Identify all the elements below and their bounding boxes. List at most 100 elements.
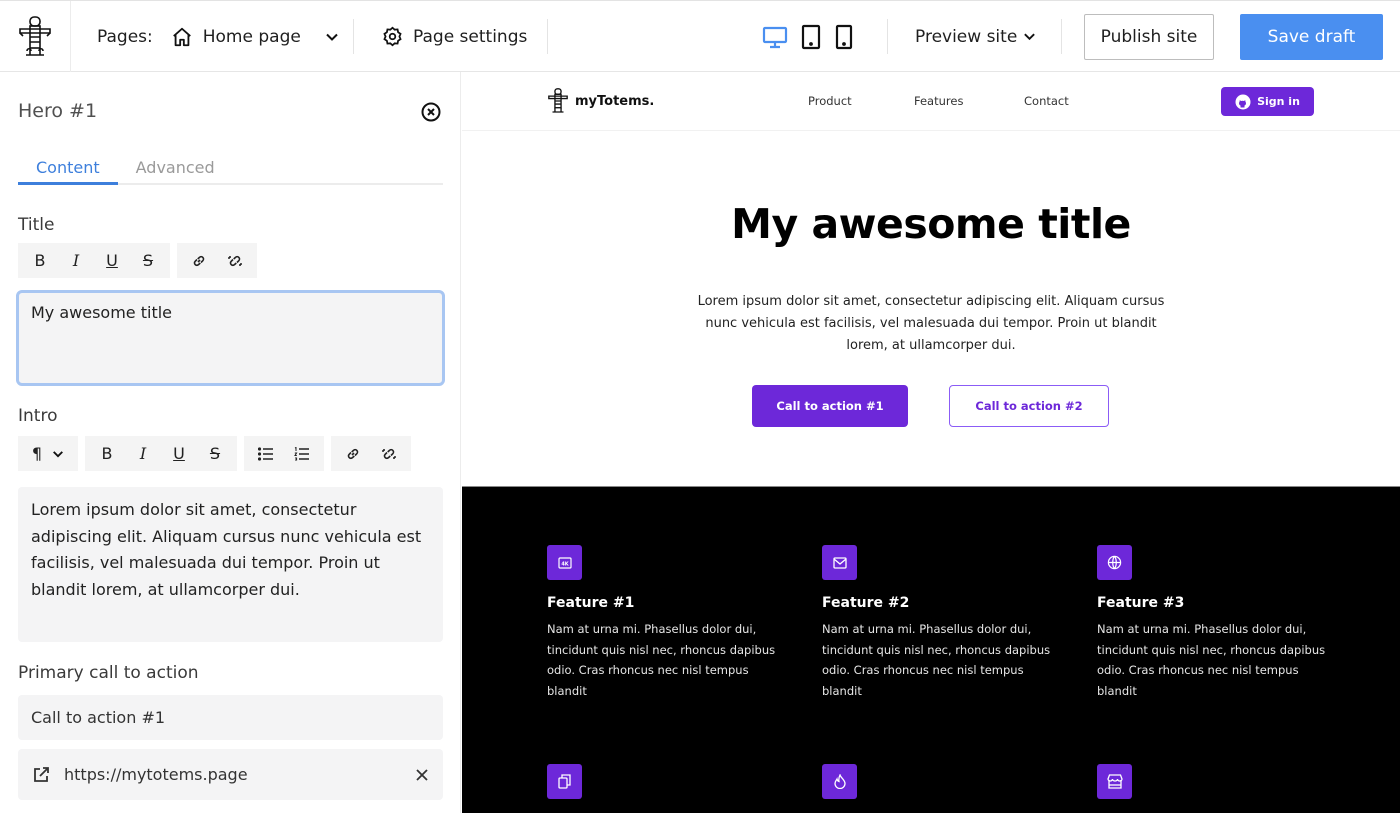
title-field-label: Title — [18, 215, 55, 235]
unlink-icon — [227, 253, 243, 269]
bold-icon: B — [34, 251, 46, 270]
svg-text:4K: 4K — [561, 561, 569, 567]
close-circle-icon[interactable] — [421, 102, 441, 122]
site-navbar: myTotems. Product Features Contact Sign … — [462, 72, 1400, 131]
flame-icon — [822, 764, 857, 799]
desktop-icon[interactable] — [762, 25, 788, 49]
primary-cta-url-field[interactable]: https://mytotems.page — [18, 749, 443, 800]
chevron-down-icon — [52, 448, 64, 460]
divider — [1061, 19, 1062, 54]
link-button[interactable] — [335, 436, 371, 471]
gear-icon — [382, 26, 403, 47]
preview-site-dropdown[interactable]: Preview site — [915, 1, 1036, 72]
strikethrough-button[interactable]: S — [130, 243, 166, 278]
toolbar-group: B I U S — [85, 436, 237, 471]
link-icon — [345, 446, 361, 462]
bold-button[interactable]: B — [89, 436, 125, 471]
strikethrough-button[interactable]: S — [197, 436, 233, 471]
hero-intro: Lorem ipsum dolor sit amet, consectetur … — [697, 294, 1165, 353]
primary-cta-text-input[interactable] — [18, 695, 443, 740]
primary-cta-label: Primary call to action — [18, 663, 199, 683]
nav-link-product[interactable]: Product — [808, 94, 852, 108]
brand-name: myTotems. — [575, 93, 655, 109]
unlink-button[interactable] — [217, 243, 253, 278]
divider — [547, 19, 548, 54]
numbered-list-button[interactable] — [284, 436, 320, 471]
underline-button[interactable]: U — [94, 243, 130, 278]
primary-cta-url: https://mytotems.page — [64, 765, 248, 784]
sign-in-label: Sign in — [1257, 95, 1300, 108]
unlink-icon — [381, 446, 397, 462]
intro-format-toolbar: ¶ B I U S — [18, 436, 411, 471]
nav-link-contact[interactable]: Contact — [1024, 94, 1069, 108]
home-icon — [171, 26, 193, 48]
feature-description: Nam at urna mi. Phasellus dolor dui, tin… — [547, 622, 776, 698]
tablet-icon[interactable] — [800, 24, 822, 50]
globe-icon — [1097, 545, 1132, 580]
hero-title: My awesome title — [731, 200, 1131, 248]
block-settings-panel: Hero #1 Content Advanced Title B I U S M… — [0, 72, 461, 813]
numbered-list-icon — [294, 446, 310, 461]
unlink-button[interactable] — [371, 436, 407, 471]
underline-icon: U — [106, 251, 118, 270]
underline-button[interactable]: U — [161, 436, 197, 471]
hero-cta-primary[interactable]: Call to action #1 — [752, 385, 908, 427]
feature-title: Feature #1 — [547, 595, 635, 611]
current-page: Home page — [202, 26, 301, 47]
paragraph-icon: ¶ — [31, 444, 43, 463]
sign-in-button[interactable]: Sign in — [1221, 87, 1314, 116]
title-input[interactable]: My awesome title — [16, 290, 445, 386]
toolbar-group — [177, 243, 257, 278]
bullet-list-button[interactable] — [248, 436, 284, 471]
paragraph-style-dropdown[interactable]: ¶ — [22, 436, 74, 471]
tab-advanced[interactable]: Advanced — [118, 156, 233, 185]
chevron-down-icon — [325, 30, 339, 44]
features-section: 4K Feature #1 Nam at urna mi. Phasellus … — [462, 486, 1400, 813]
external-link-icon — [32, 766, 50, 784]
page-dropdown[interactable]: Home page — [171, 26, 339, 48]
bold-button[interactable]: B — [22, 243, 58, 278]
toolbar-group — [331, 436, 411, 471]
italic-button[interactable]: I — [125, 436, 161, 471]
page-settings-label: Page settings — [413, 26, 528, 47]
italic-icon: I — [72, 251, 80, 270]
mobile-icon[interactable] — [834, 24, 854, 50]
toolbar-group: B I U S — [18, 243, 170, 278]
bullet-list-icon — [258, 446, 274, 461]
link-button[interactable] — [181, 243, 217, 278]
intro-field-label: Intro — [18, 406, 58, 426]
app-logo[interactable] — [0, 1, 71, 72]
device-switcher — [762, 1, 854, 72]
totem-logo-icon — [547, 87, 569, 115]
tab-content[interactable]: Content — [18, 156, 118, 185]
clear-url-icon[interactable] — [415, 768, 429, 782]
strikethrough-icon: S — [209, 444, 221, 463]
toolbar-group: ¶ — [18, 436, 78, 471]
chevron-down-icon — [1023, 30, 1036, 43]
totem-logo-icon — [17, 15, 53, 59]
nav-link-features[interactable]: Features — [914, 94, 963, 108]
intro-input[interactable]: Lorem ipsum dolor sit amet, consectetur … — [18, 487, 443, 642]
site-preview: myTotems. Product Features Contact Sign … — [462, 72, 1400, 813]
feature-card: Feature #3 Nam at urna mi. Phasellus dol… — [1097, 545, 1327, 701]
page-selector: Pages: Home page — [97, 1, 339, 72]
publish-site-button[interactable]: Publish site — [1084, 14, 1214, 60]
pages-label: Pages: — [97, 26, 153, 47]
underline-icon: U — [173, 444, 185, 463]
hero-cta-secondary[interactable]: Call to action #2 — [949, 385, 1109, 427]
site-brand[interactable]: myTotems. — [547, 87, 654, 115]
italic-button[interactable]: I — [58, 243, 94, 278]
feature-card: Feature #2 Nam at urna mi. Phasellus dol… — [822, 545, 1052, 701]
page-settings-button[interactable]: Page settings — [382, 1, 527, 72]
link-icon — [191, 253, 207, 269]
feature-title: Feature #3 — [1097, 595, 1185, 611]
feature-description: Nam at urna mi. Phasellus dolor dui, tin… — [822, 622, 1051, 698]
toolbar-group — [244, 436, 324, 471]
4k-icon: 4K — [547, 545, 582, 580]
mail-icon — [822, 545, 857, 580]
github-icon — [1235, 94, 1251, 110]
save-draft-button[interactable]: Save draft — [1240, 14, 1383, 60]
title-format-toolbar: B I U S — [18, 243, 257, 278]
divider — [887, 19, 888, 54]
preview-site-label: Preview site — [915, 26, 1018, 47]
